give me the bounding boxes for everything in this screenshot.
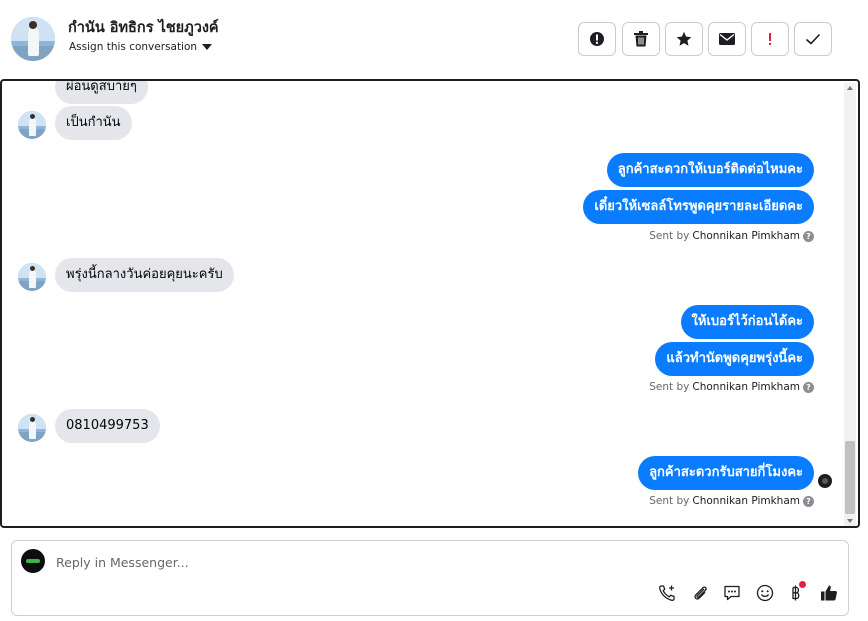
incoming-message: พรุ่งนี้กลางวันค่อยคุยนะครับ <box>55 258 234 292</box>
report-spam-button[interactable] <box>578 22 616 56</box>
scrollbar-thumb[interactable] <box>845 441 855 514</box>
exclamation-circle-icon <box>590 32 604 46</box>
outgoing-message: เดี๋ยวให้เซลล์โทรพูดคุยรายละเอียดคะ <box>583 190 814 224</box>
attach-button[interactable] <box>689 582 711 604</box>
caret-down-icon <box>202 44 213 50</box>
scrollbar[interactable] <box>844 83 856 526</box>
star-icon <box>676 31 692 46</box>
contact-avatar[interactable] <box>11 17 55 61</box>
conversation-header: กำนัน อิทธิกร ไชยภูวงค์ Assign this conv… <box>0 0 860 78</box>
sender-name: Chonnikan Pimkham <box>692 495 800 507</box>
scroll-down-arrow-icon[interactable] <box>847 519 853 523</box>
sent-by-label: Sent by Chonnikan Pimkham ? <box>649 381 814 393</box>
incoming-message: เป็นกำนัน <box>55 106 132 140</box>
emoji-icon <box>756 584 774 602</box>
message-thread[interactable]: ผ่อนดูสบายๆ เป็นกำนัน ลูกค้าสะดวกให้เบอร… <box>0 79 860 528</box>
emoji-button[interactable] <box>754 582 776 604</box>
saved-replies-button[interactable] <box>721 582 743 604</box>
outgoing-message: ลูกค้าสะดวกรับสายกี่โมงคะ <box>638 456 814 490</box>
sender-name: Chonnikan Pimkham <box>692 230 800 242</box>
assign-conversation-dropdown[interactable]: Assign this conversation <box>69 41 213 53</box>
trash-icon <box>634 31 648 47</box>
contact-avatar-small <box>18 414 46 442</box>
contact-avatar-small <box>18 263 46 291</box>
contact-name[interactable]: กำนัน อิทธิกร ไชยภูวงค์ <box>68 16 219 39</box>
call-button[interactable] <box>656 582 678 604</box>
thumbs-up-icon <box>821 585 837 601</box>
paperclip-icon <box>694 586 707 600</box>
incoming-message: 0810499753 <box>55 409 160 443</box>
envelope-icon <box>719 33 735 45</box>
assign-label: Assign this conversation <box>69 41 198 53</box>
sent-by-prefix: Sent by <box>649 495 690 507</box>
sent-by-label: Sent by Chonnikan Pimkham ? <box>649 230 814 242</box>
question-mark-icon[interactable]: ? <box>803 495 814 507</box>
star-button[interactable] <box>665 22 703 56</box>
outgoing-message: ลูกค้าสะดวกให้เบอร์ติดต่อไหมคะ <box>606 153 814 187</box>
contact-avatar-small <box>18 111 46 139</box>
sent-by-label: Sent by Chonnikan Pimkham ? <box>649 495 814 507</box>
question-mark-icon[interactable]: ? <box>803 381 814 393</box>
follow-up-button[interactable] <box>751 22 789 56</box>
question-mark-icon[interactable]: ? <box>803 230 814 242</box>
reply-composer <box>11 540 849 616</box>
phone-plus-icon <box>659 585 675 601</box>
sent-by-prefix: Sent by <box>649 381 690 393</box>
seen-avatar-icon <box>818 474 832 488</box>
sent-by-prefix: Sent by <box>649 230 690 242</box>
outgoing-message: แล้วทำนัดพูดคุยพรุ่งนี้คะ <box>655 342 814 376</box>
check-icon <box>805 33 821 45</box>
saved-reply-icon <box>724 585 740 601</box>
payment-button[interactable] <box>785 581 807 604</box>
reply-input[interactable] <box>56 553 756 571</box>
page-avatar <box>21 549 45 573</box>
sender-name: Chonnikan Pimkham <box>692 381 800 393</box>
outgoing-message: ให้เบอร์ไว้ก่อนได้คะ <box>680 305 814 339</box>
mark-unread-button[interactable] <box>708 22 746 56</box>
scroll-up-arrow-icon[interactable] <box>847 86 853 90</box>
delete-button[interactable] <box>622 22 660 56</box>
mark-done-button[interactable] <box>794 22 832 56</box>
exclamation-icon <box>769 33 771 45</box>
like-button[interactable] <box>818 582 840 604</box>
notification-dot <box>799 581 806 588</box>
incoming-message: ผ่อนดูสบายๆ <box>55 81 148 104</box>
